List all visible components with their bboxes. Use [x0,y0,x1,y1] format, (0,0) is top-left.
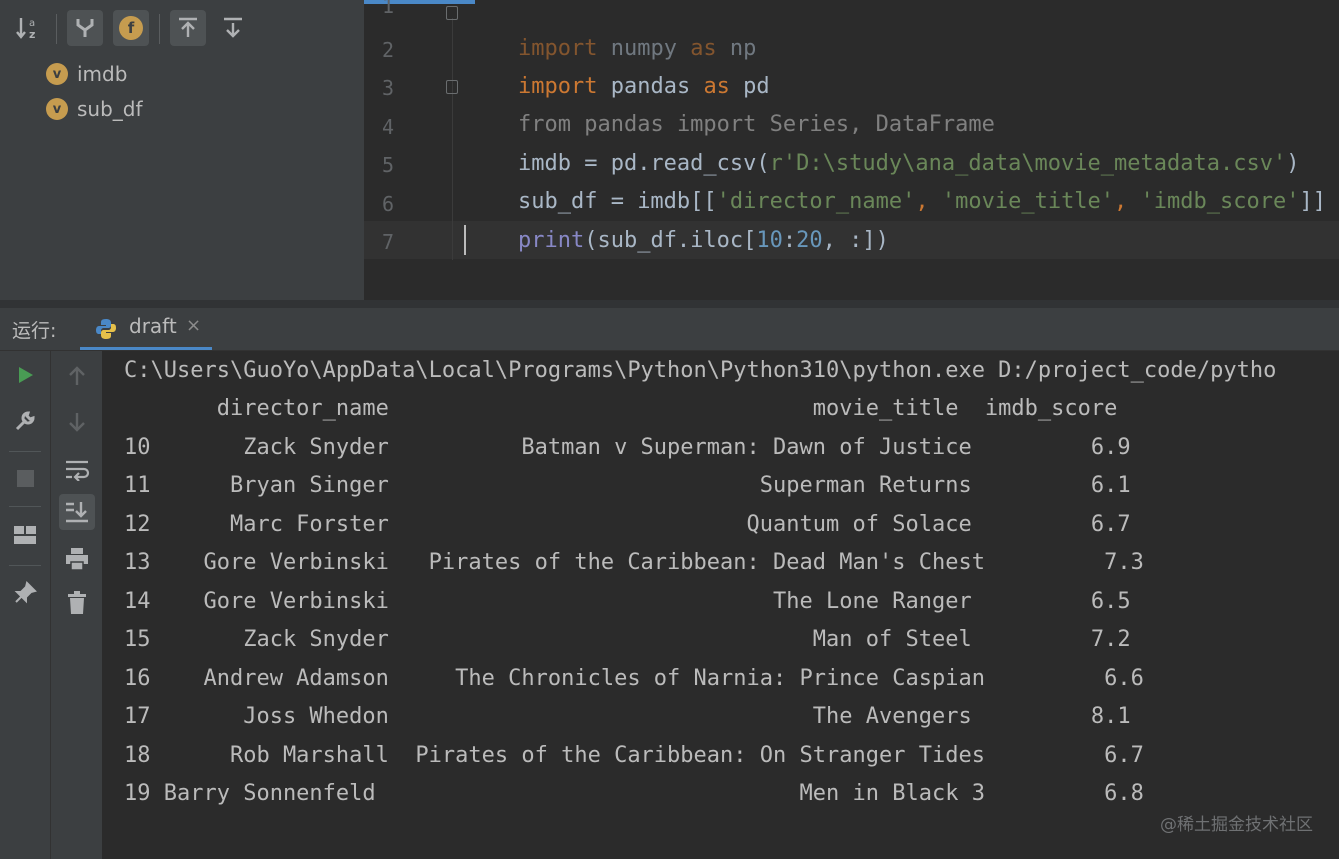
variable-icon: v [46,98,68,120]
watermark: @稀土掘金技术社区 [1160,815,1313,835]
console-output[interactable]: C:\Users\GuoYo\AppData\Local\Programs\Py… [102,351,1339,859]
scroll-down-icon[interactable] [59,404,95,440]
wrench-icon[interactable] [7,403,43,439]
print-icon[interactable] [59,541,95,577]
indent-guide [452,18,453,260]
soft-wrap-icon[interactable] [59,451,95,487]
console-command-line: C:\Users\GuoYo\AppData\Local\Programs\Py… [124,358,1277,383]
tree-item-imdb[interactable]: v imdb [46,60,127,88]
table-row: 12 Marc Forster Quantum of Solace 6.7 [124,512,1131,537]
table-row: 16 Andrew Adamson The Chronicles of Narn… [124,666,1144,691]
code-line-4: imdb = pd.read_csv(r'D:\study\ana_data\m… [465,107,1299,176]
run-toolbar-secondary [50,351,103,859]
run-toolbar-primary [0,351,50,859]
code-line-3: from pandas import Series, DataFrame [465,68,995,137]
code-editor[interactable]: 1 2 3 4 5 6 7 import numpy as np import … [364,0,1339,300]
code-line-1: import numpy as np [465,0,756,61]
line-number: 1 [381,0,394,18]
scroll-up-icon[interactable] [59,358,95,394]
table-row: 13 Gore Verbinski Pirates of the Caribbe… [124,550,1144,575]
structure-panel: az f v imdb v sub_df [0,0,364,300]
run-label: 运行: [12,320,57,342]
code-token: , [915,189,942,214]
python-icon [94,317,118,345]
table-row: 10 Zack Snyder Batman v Superman: Dawn o… [124,435,1131,460]
run-tool-window-header: 运行: draft × [0,308,1339,351]
table-row: 19 Barry Sonnenfeld Men in Black 3 6.8 [124,781,1144,806]
structure-toolbar: az f [0,6,364,52]
line-number: 6 [381,192,394,216]
line-gutter: 1 2 3 4 5 6 7 [364,0,458,260]
code-token: (sub_df.iloc[ [584,228,757,253]
code-token: : [782,228,797,253]
code-token: 'imdb_score' [1140,189,1300,214]
scroll-to-end-icon[interactable] [59,494,95,530]
code-line-5: sub_df = imdb[['director_name', 'movie_t… [465,145,1326,214]
trash-icon[interactable] [59,585,95,621]
pin-icon[interactable] [7,575,43,611]
layout-icon[interactable] [7,517,43,553]
code-token: print [517,228,585,253]
text-caret [464,225,466,255]
fold-marker-icon[interactable] [446,80,458,94]
run-tab-label: draft [129,314,177,338]
active-tab-indicator [80,347,212,350]
rerun-icon[interactable] [7,357,43,393]
table-row: 18 Rob Marshall Pirates of the Caribbean… [124,743,1144,768]
function-icon[interactable]: f [113,10,149,46]
line-number: 7 [381,230,394,254]
tree-item-sub-df[interactable]: v sub_df [46,95,143,123]
code-token: , :]) [822,228,889,253]
code-token: , [1114,189,1141,214]
variable-icon: v [46,63,68,85]
table-header: director_name movie_title imdb_score [124,396,1118,421]
sort-alpha-icon[interactable]: az [10,10,46,46]
line-number: 4 [381,115,394,139]
code-token: 20 [796,228,823,253]
panel-splitter[interactable] [0,300,1339,308]
tree-item-label: imdb [77,62,128,86]
expand-all-icon[interactable] [170,10,206,46]
tree-item-label: sub_df [77,97,143,121]
table-row: 17 Joss Whedon The Avengers 8.1 [124,704,1131,729]
hierarchy-icon[interactable] [67,10,103,46]
code-line-2: import pandas as pd [465,30,770,99]
collapse-all-icon[interactable] [215,10,251,46]
close-icon[interactable]: × [186,315,201,336]
code-token: 'movie_title' [941,189,1115,214]
code-token: 10 [756,228,783,253]
code-line-6: print(sub_df.iloc[10:20, :]) [465,184,889,253]
stop-icon[interactable] [7,460,43,496]
fold-marker-icon[interactable] [446,6,458,20]
table-row: 14 Gore Verbinski The Lone Ranger 6.5 [124,589,1131,614]
run-tab-draft[interactable]: draft × [80,308,212,350]
code-token: ]] [1299,189,1327,214]
line-number: 2 [381,38,394,62]
line-number: 3 [381,76,394,100]
line-number: 5 [381,153,394,177]
table-row: 15 Zack Snyder Man of Steel 7.2 [124,627,1131,652]
svg-text:z: z [29,28,35,41]
table-row: 11 Bryan Singer Superman Returns 6.1 [124,473,1131,498]
